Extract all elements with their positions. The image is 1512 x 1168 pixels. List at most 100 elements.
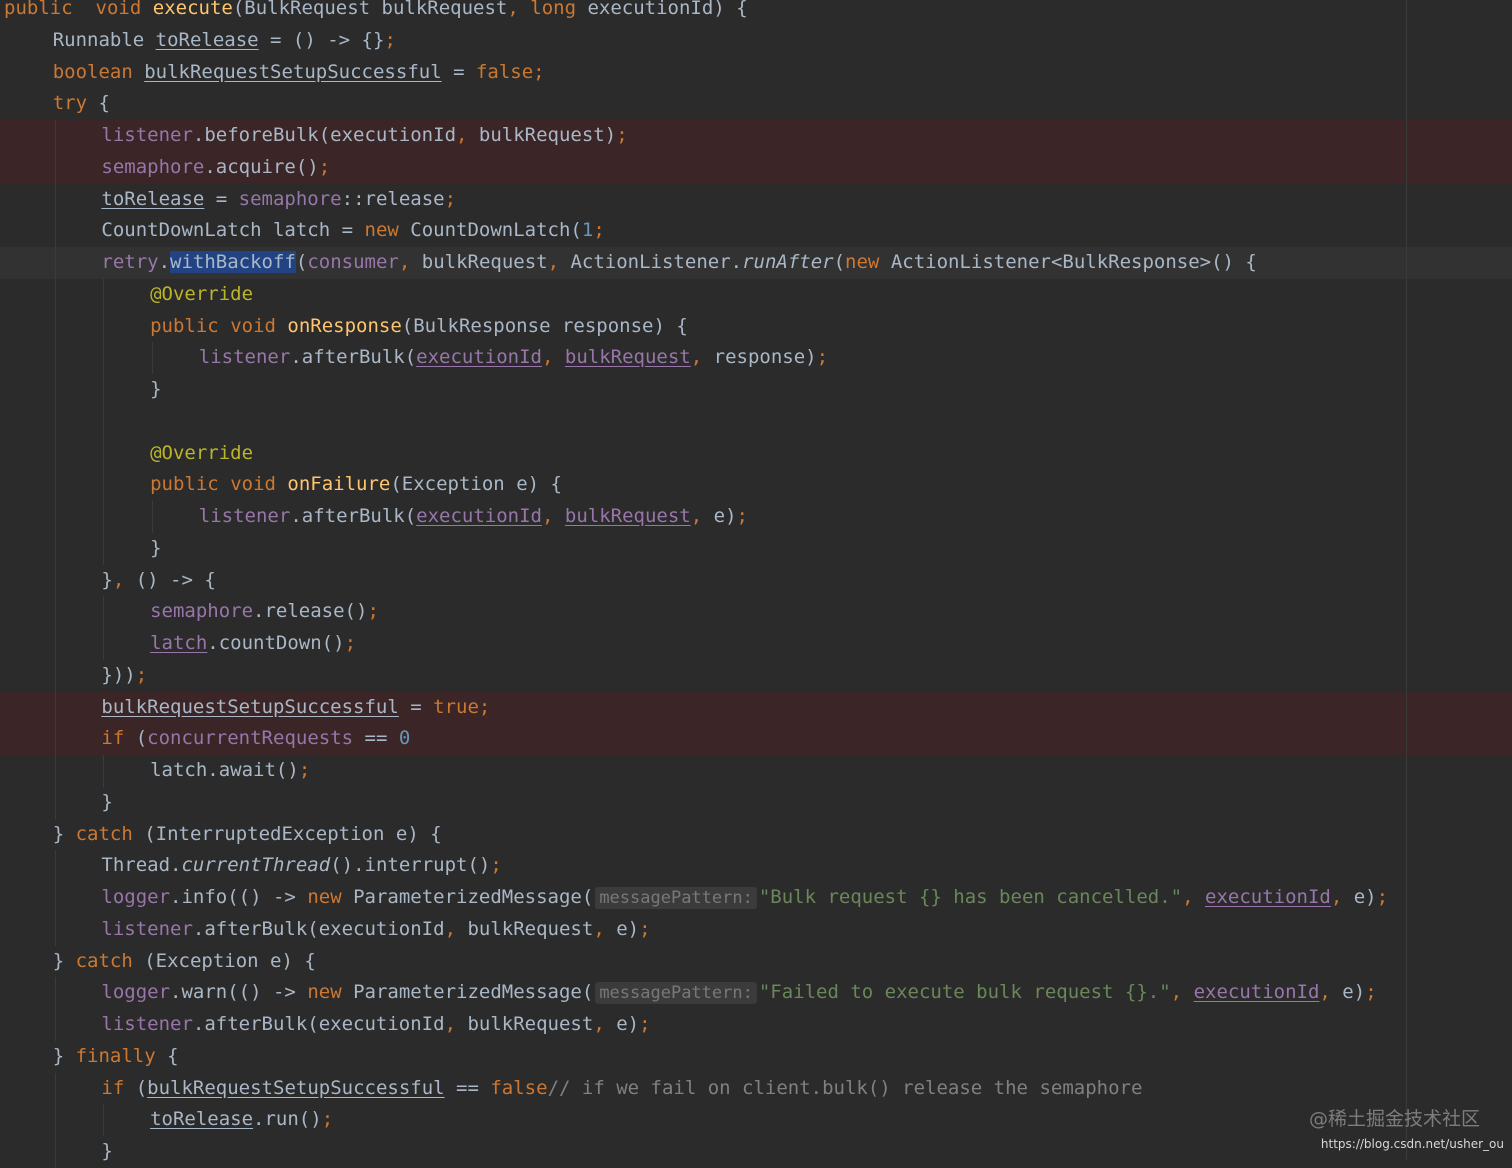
code-line[interactable]: toRelease.run(); xyxy=(0,1104,1512,1136)
code-token: ; xyxy=(1365,981,1377,1004)
code-text: public void execute(BulkRequest bulkRequ… xyxy=(4,0,748,25)
indent-guide xyxy=(54,882,56,914)
code-token: bulkRequest xyxy=(564,346,691,369)
indent-guide xyxy=(54,1009,56,1041)
code-token: CountDownLatch( xyxy=(398,219,582,242)
code-line[interactable]: if (bulkRequestSetupSuccessful == false/… xyxy=(0,1072,1512,1105)
code-line[interactable]: try { xyxy=(0,88,1512,120)
code-line[interactable]: } catch (InterruptedException e) { xyxy=(0,819,1512,851)
code-line[interactable]: public void onFailure(Exception e) { xyxy=(0,469,1512,501)
code-token: 0 xyxy=(398,727,411,750)
code-text: listener.afterBulk(executionId, bulkRequ… xyxy=(101,1009,650,1041)
code-line[interactable]: @Override xyxy=(0,437,1512,470)
code-line[interactable]: CountDownLatch latch = new CountDownLatc… xyxy=(0,215,1512,247)
code-line[interactable]: Runnable toRelease = () -> {}; xyxy=(0,25,1512,57)
code-token: public xyxy=(4,0,73,19)
code-line[interactable]: } xyxy=(0,532,1512,565)
code-token: listener xyxy=(101,917,193,940)
code-line[interactable]: } xyxy=(0,374,1512,406)
code-line[interactable]: Thread.currentThread().interrupt(); xyxy=(0,850,1512,882)
code-line[interactable]: public void execute(BulkRequest bulkRequ… xyxy=(0,0,1512,25)
code-token: new xyxy=(307,886,342,908)
code-line[interactable]: listener.afterBulk(executionId, bulkRequ… xyxy=(0,1009,1512,1041)
code-line[interactable]: public void onResponse(BulkResponse resp… xyxy=(0,310,1512,343)
code-token: ; xyxy=(593,219,605,242)
code-line[interactable]: listener.afterBulk(executionId, bulkRequ… xyxy=(0,913,1512,946)
indent-guide xyxy=(54,183,56,216)
code-line[interactable]: boolean bulkRequestSetupSuccessful = fal… xyxy=(0,57,1512,89)
code-token: .countDown() xyxy=(207,632,345,654)
code-token: listener xyxy=(198,346,291,369)
code-text: @Override xyxy=(150,438,253,470)
indent-guide xyxy=(54,215,56,247)
code-line[interactable]: latch.countDown(); xyxy=(0,628,1512,660)
code-token: } xyxy=(52,949,76,972)
indent-guide xyxy=(54,247,56,279)
code-token: ().interrupt() xyxy=(330,854,491,877)
code-editor[interactable]: public void execute(BulkRequest bulkRequ… xyxy=(0,0,1512,1168)
code-token: { xyxy=(155,1044,179,1067)
indent-guide xyxy=(54,1072,56,1105)
code-token: , xyxy=(507,0,519,19)
code-line[interactable]: semaphore.acquire(); xyxy=(0,151,1512,184)
code-text: Thread.currentThread().interrupt(); xyxy=(101,850,501,882)
code-line[interactable]: semaphore.release(); xyxy=(0,596,1512,628)
code-line[interactable]: } xyxy=(0,1136,1512,1168)
indent-guide xyxy=(54,596,56,628)
indent-guide xyxy=(103,278,105,311)
code-token: CountDownLatch latch = xyxy=(101,219,365,242)
code-line[interactable]: toRelease = semaphore::release; xyxy=(0,183,1512,216)
code-text: if (bulkRequestSetupSuccessful == false/… xyxy=(101,1073,1142,1105)
indent-guide xyxy=(103,596,105,628)
code-token: semaphore xyxy=(150,600,254,623)
watermark: @稀土掘金技术社区 xyxy=(1308,1108,1480,1130)
code-token: false; xyxy=(475,60,545,83)
code-line[interactable]: } xyxy=(0,786,1512,819)
code-token: Thread. xyxy=(101,854,182,877)
code-line[interactable]: logger.warn(() -> new ParameterizedMessa… xyxy=(0,977,1512,1009)
code-token: executionId xyxy=(1193,981,1320,1004)
indent-guide xyxy=(54,342,56,374)
code-line[interactable] xyxy=(0,405,1512,438)
code-line[interactable]: if (concurrentRequests == 0 xyxy=(0,723,1512,755)
code-line[interactable]: logger.info(() -> new ParameterizedMessa… xyxy=(0,882,1512,914)
code-token: withBackoff xyxy=(170,251,296,273)
code-token: .afterBulk( xyxy=(290,346,417,369)
code-token: ; xyxy=(321,1108,334,1131)
code-line[interactable]: } finally { xyxy=(0,1041,1512,1073)
code-text: listener.afterBulk(executionId, bulkRequ… xyxy=(199,342,828,374)
code-line[interactable]: retry.withBackoff(consumer, bulkRequest,… xyxy=(0,247,1512,279)
code-token: @Override xyxy=(150,441,254,464)
indent-guide xyxy=(103,628,105,660)
code-token: executionId xyxy=(416,346,542,369)
code-token: } xyxy=(101,790,113,813)
code-text: } catch (Exception e) { xyxy=(53,946,316,978)
code-token: ( xyxy=(124,1076,148,1099)
code-line[interactable]: listener.beforeBulk(executionId, bulkReq… xyxy=(0,120,1512,152)
code-token: latch xyxy=(150,632,208,654)
code-token: onResponse xyxy=(287,314,402,337)
code-text: } finally { xyxy=(53,1041,179,1073)
code-line[interactable]: latch.await(); xyxy=(0,755,1512,787)
code-token: response) xyxy=(702,346,817,369)
code-text: } xyxy=(150,533,161,565)
code-token: , xyxy=(1182,886,1194,908)
code-line[interactable]: listener.afterBulk(executionId, bulkRequ… xyxy=(0,342,1512,374)
code-token: ; xyxy=(816,346,829,369)
code-line[interactable]: @Override xyxy=(0,278,1512,311)
code-line[interactable]: bulkRequestSetupSuccessful = true; xyxy=(0,691,1512,724)
code-token: , xyxy=(542,505,554,527)
code-token: @Override xyxy=(150,282,254,305)
code-line[interactable]: }, () -> { xyxy=(0,564,1512,597)
code-line[interactable]: })); xyxy=(0,659,1512,692)
indent-guide xyxy=(54,786,56,819)
code-token: finally xyxy=(75,1044,156,1067)
code-line[interactable]: listener.afterBulk(executionId, bulkRequ… xyxy=(0,501,1512,533)
code-token: bulkRequestSetupSuccessful xyxy=(101,695,399,718)
code-token: ; xyxy=(1376,886,1389,908)
code-line[interactable]: } catch (Exception e) { xyxy=(0,946,1512,978)
code-token: .release() xyxy=(253,600,368,623)
